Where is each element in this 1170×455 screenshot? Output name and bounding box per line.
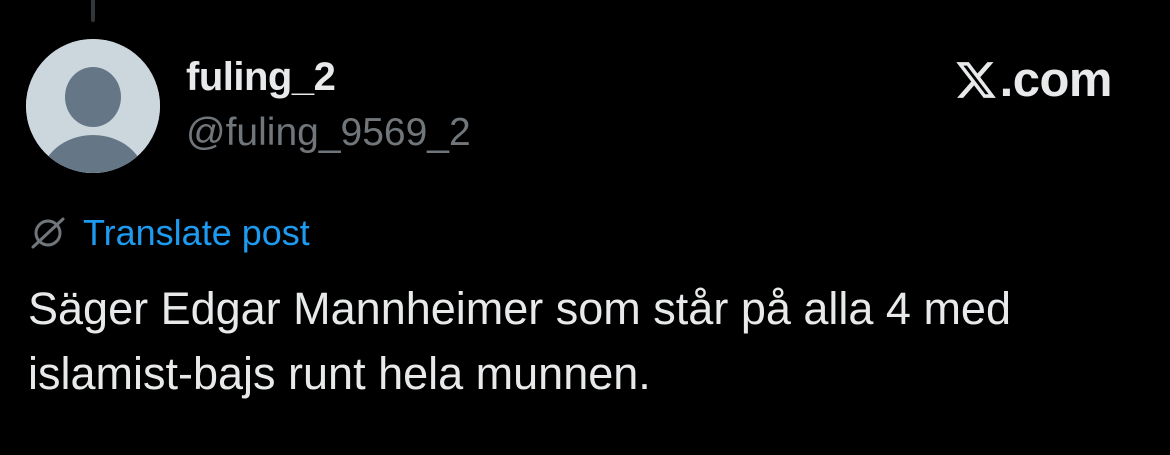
avatar[interactable] [26,39,160,173]
translate-post-row[interactable]: Translate post [29,212,310,254]
x-logo-icon [955,62,996,98]
author-handle[interactable]: @fuling_9569_2 [186,111,471,155]
x-com-brand: .com [954,52,1113,108]
translate-post-link[interactable]: Translate post [83,212,310,254]
thread-connector-line [91,0,95,22]
brand-domain-text: .com [999,53,1113,107]
default-profile-silhouette-icon [26,39,160,173]
post-text: Säger Edgar Mannheimer som står på alla … [28,283,1011,399]
globe-slash-icon [31,217,65,249]
author-display-name[interactable]: fuling_2 [186,55,336,100]
